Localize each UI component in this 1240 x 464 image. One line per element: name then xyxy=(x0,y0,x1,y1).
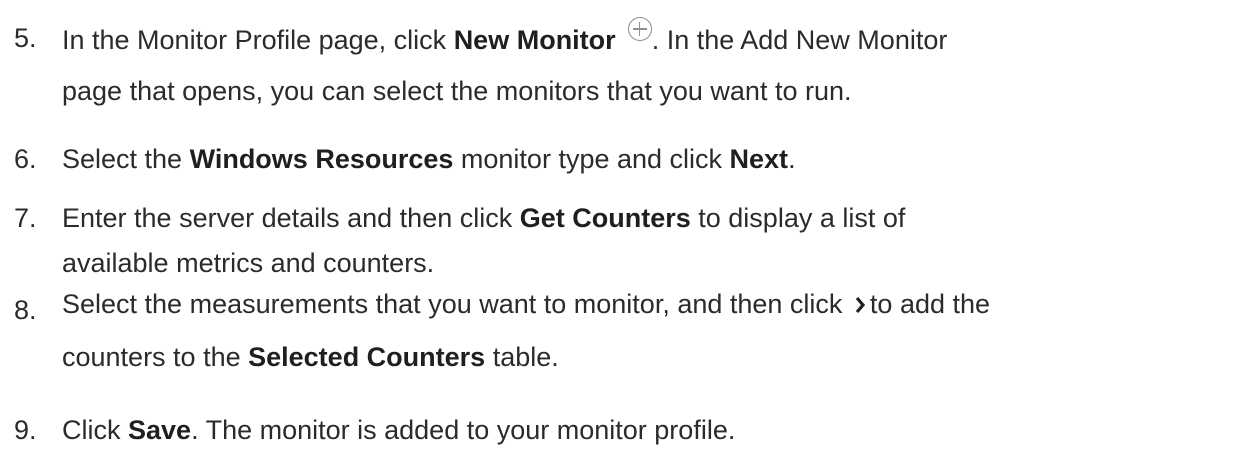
step-7-line-2: available metrics and counters. xyxy=(62,248,435,278)
step-number: 7. xyxy=(14,203,37,233)
chevron-right-icon xyxy=(855,296,866,314)
save-label: Save xyxy=(128,415,192,445)
selected-counters-label: Selected Counters xyxy=(248,342,486,372)
step-8-line-1: Select the measurements that you want to… xyxy=(62,289,991,319)
instructions-document: 5. In the Monitor Profile page, click Ne… xyxy=(0,0,1240,464)
step-5-line-2: page that opens, you can select the moni… xyxy=(62,76,852,106)
plus-circle-icon xyxy=(627,17,652,41)
step-number: 6. xyxy=(14,144,37,174)
step-8-line-2: counters to the Selected Counters table. xyxy=(62,342,559,372)
step-number: 9. xyxy=(14,415,37,445)
step-5-line-1: In the Monitor Profile page, click New M… xyxy=(62,17,947,56)
next-label: Next xyxy=(729,144,789,174)
windows-resources-label: Windows Resources xyxy=(189,144,454,174)
step-number: 5. xyxy=(14,23,37,53)
get-counters-label: Get Counters xyxy=(519,203,691,233)
step-9-line-1: Click Save. The monitor is added to your… xyxy=(62,415,736,445)
step-number: 8. xyxy=(14,295,37,325)
step-6-line-1: Select the Windows Resources monitor typ… xyxy=(62,144,796,174)
step-7-line-1: Enter the server details and then click … xyxy=(62,203,906,233)
new-monitor-label: New Monitor xyxy=(453,25,616,55)
